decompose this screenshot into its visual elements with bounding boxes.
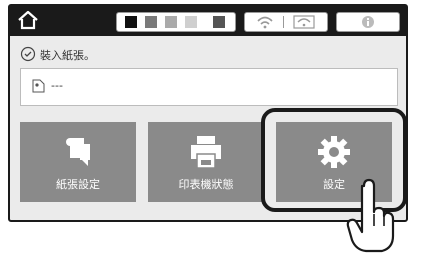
- pointing-hand-icon: [346, 178, 395, 253]
- wifi-icon: [293, 15, 315, 29]
- ink-black: [125, 16, 137, 28]
- tile-paper-setting[interactable]: 紙張設定: [20, 122, 136, 202]
- tile-printer-status[interactable]: 印表機狀態: [148, 122, 264, 202]
- status-bar: [10, 6, 406, 36]
- wifi-direct-icon: [257, 16, 273, 29]
- ink-gray-light: [165, 16, 177, 28]
- home-button[interactable]: [16, 9, 40, 31]
- status-text: 裝入紙張。: [40, 49, 95, 62]
- paper-info-row[interactable]: ---: [20, 68, 398, 106]
- ink-gray-lighter: [185, 16, 197, 28]
- ink-level-indicator[interactable]: [116, 12, 236, 32]
- divider: [283, 16, 284, 28]
- info-button[interactable]: [336, 12, 400, 32]
- network-status[interactable]: [244, 12, 328, 32]
- paper-source-icon: [32, 79, 45, 93]
- paper-info-text: ---: [51, 79, 63, 92]
- info-icon: [362, 16, 374, 28]
- ink-black-2: [213, 16, 225, 28]
- paper-setting-icon: [66, 138, 90, 166]
- tile-label: 紙張設定: [56, 178, 100, 191]
- ink-gray-dark: [145, 16, 157, 28]
- check-circle-icon: [20, 46, 36, 62]
- home-icon: [18, 10, 38, 30]
- printer-status-icon: [191, 136, 221, 169]
- tile-label: 印表機狀態: [178, 178, 234, 191]
